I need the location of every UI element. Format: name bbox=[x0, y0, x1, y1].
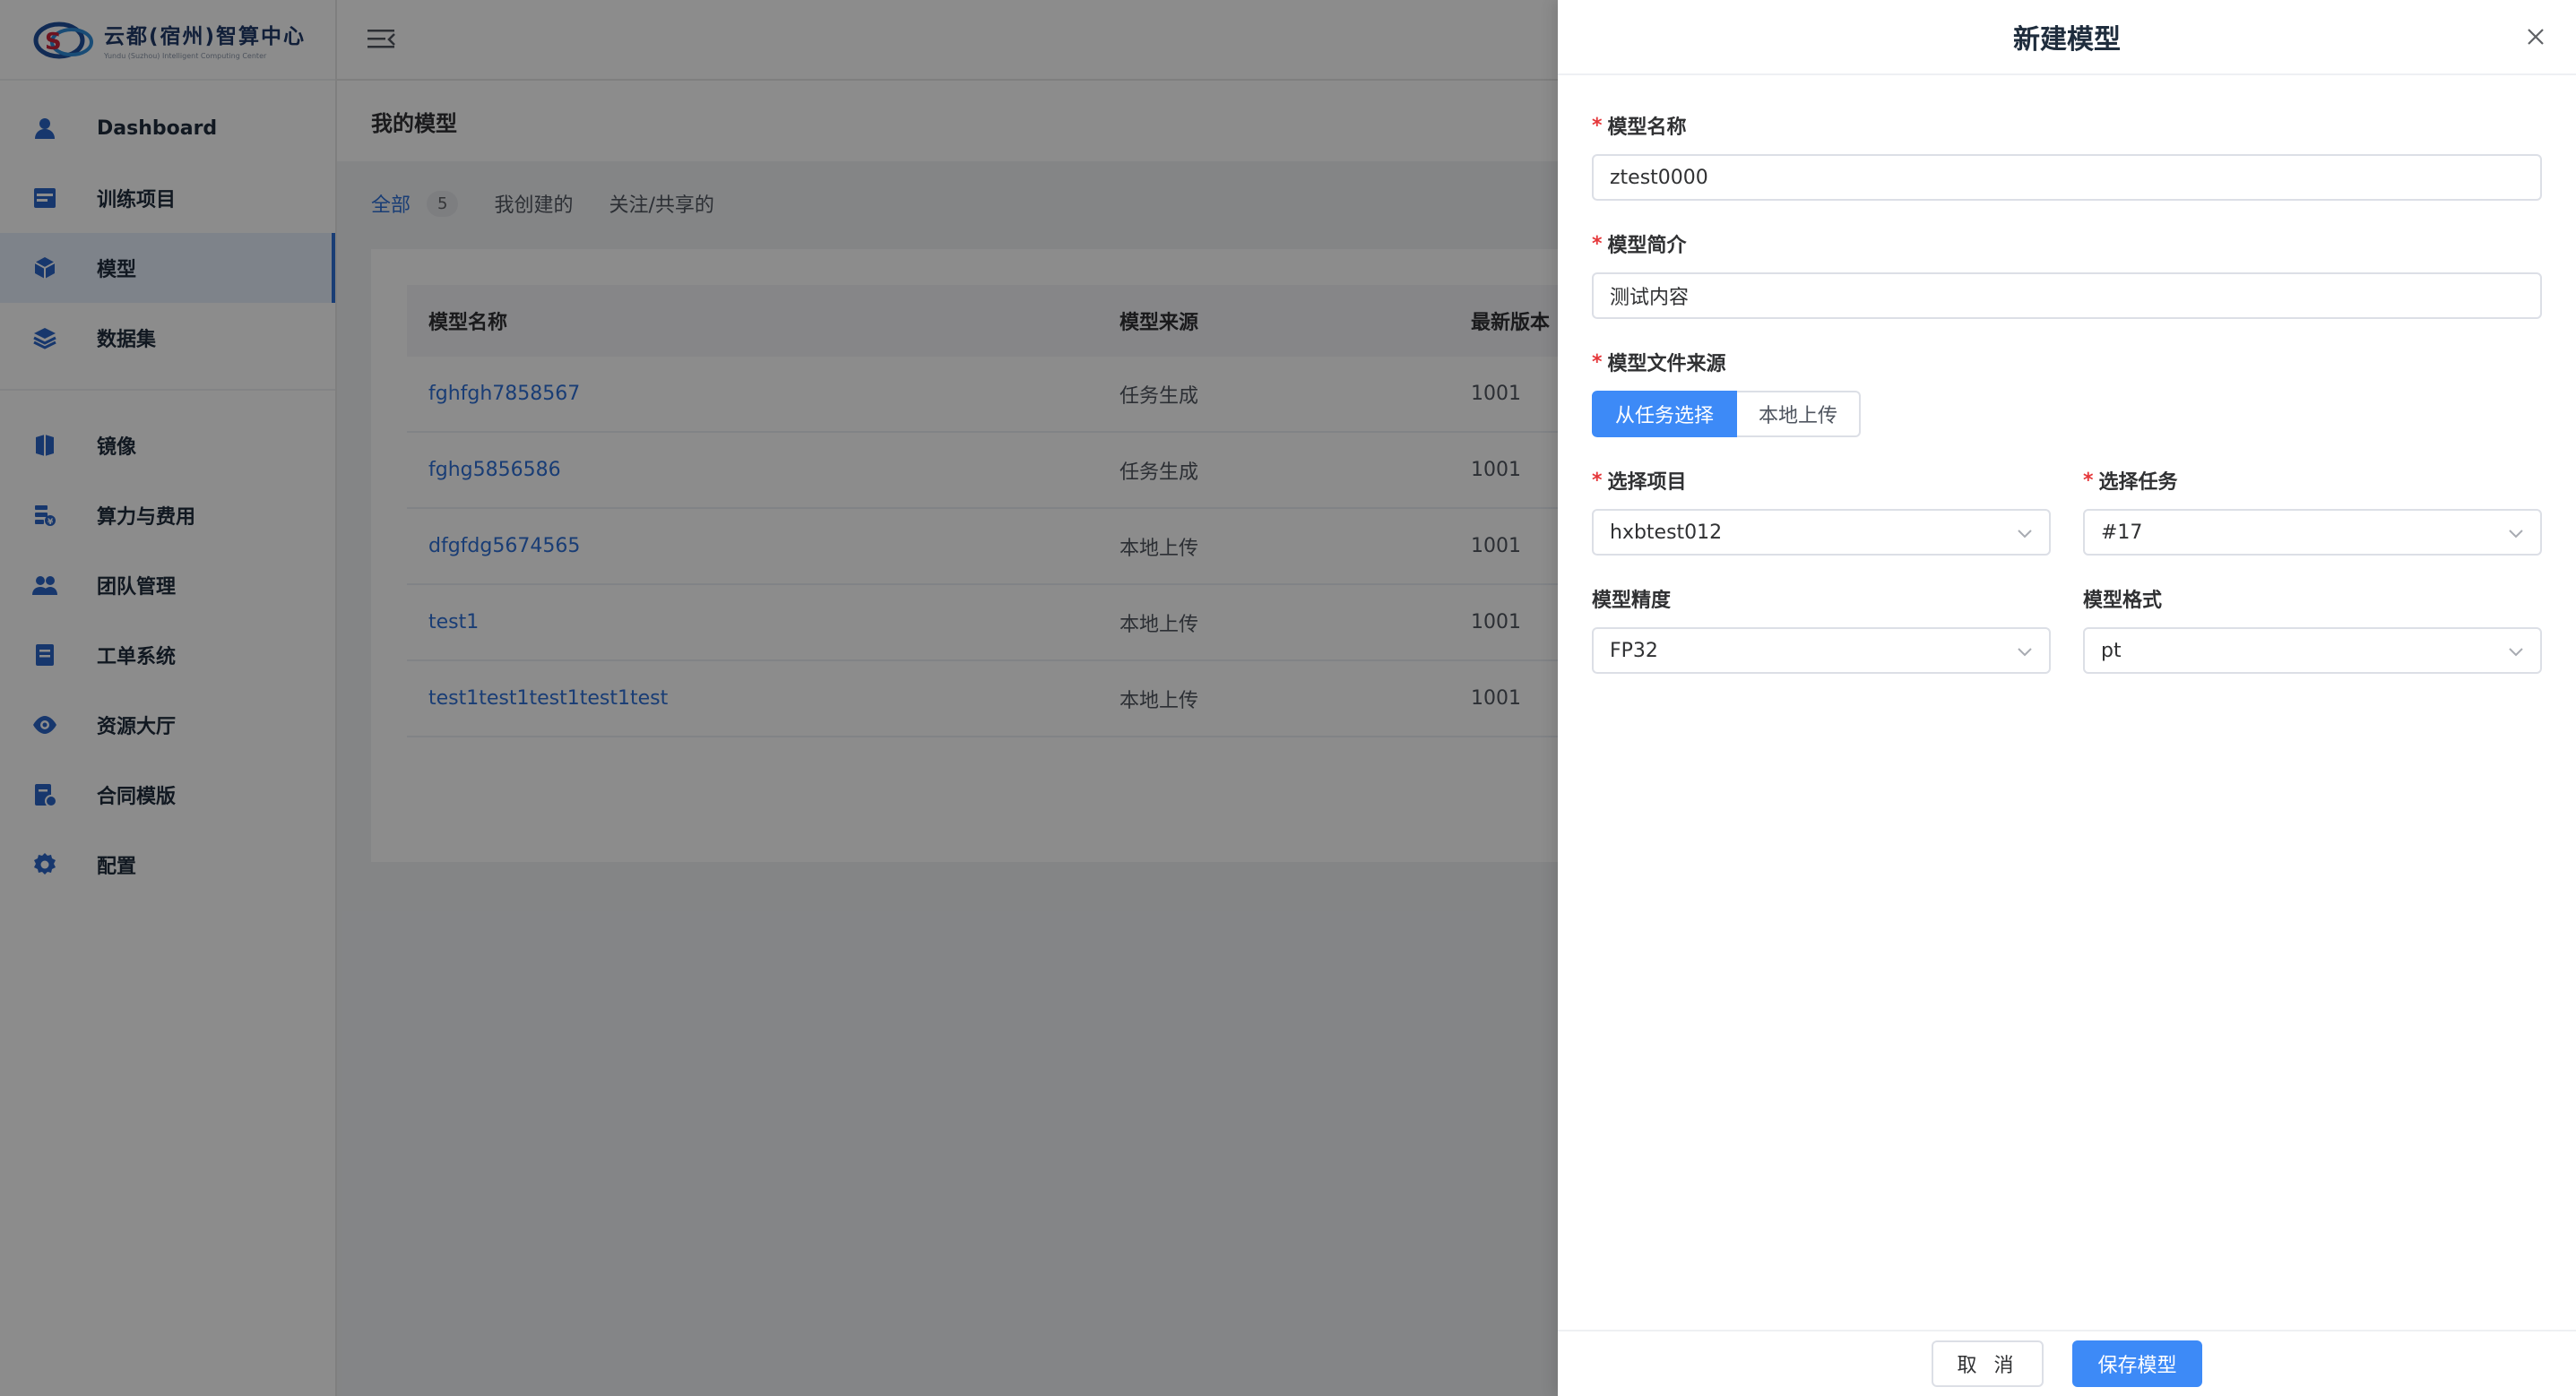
close-button[interactable] bbox=[2522, 23, 2549, 50]
model-name-input[interactable]: ztest0000 bbox=[1592, 154, 2542, 201]
required-mark: * bbox=[1592, 469, 1603, 492]
model-intro-input[interactable]: 测试内容 bbox=[1592, 272, 2542, 319]
task-select-field: * 选择任务 #17 bbox=[2083, 466, 2542, 556]
source-toggle: 从任务选择 本地上传 bbox=[1592, 391, 2542, 437]
source-from-task-button[interactable]: 从任务选择 bbox=[1592, 391, 1738, 437]
model-source-field: * 模型文件来源 从任务选择 本地上传 bbox=[1592, 348, 2542, 437]
new-model-drawer: 新建模型 * 模型名称 ztest0000 * 模型简介 测试内容 * 模型文件来源 … bbox=[1558, 0, 2576, 1396]
precision-select-field: 模型精度 FP32 bbox=[1592, 584, 2051, 674]
save-model-button[interactable]: 保存模型 bbox=[2072, 1340, 2202, 1387]
format-select[interactable]: pt bbox=[2083, 627, 2542, 674]
precision-select[interactable]: FP32 bbox=[1592, 627, 2051, 674]
model-intro-label: 模型简介 bbox=[1607, 235, 1687, 257]
modal-overlay[interactable] bbox=[0, 0, 1558, 1396]
drawer-title: 新建模型 bbox=[2013, 24, 2121, 56]
cancel-button[interactable]: 取 消 bbox=[1932, 1340, 2044, 1387]
chevron-down-icon bbox=[2509, 648, 2523, 657]
task-select[interactable]: #17 bbox=[2083, 509, 2542, 556]
chevron-down-icon bbox=[2018, 530, 2032, 539]
model-name-label: 模型名称 bbox=[1607, 116, 1687, 139]
drawer-footer: 取 消 保存模型 bbox=[1558, 1330, 2576, 1396]
task-select-label: 选择任务 bbox=[2098, 471, 2178, 494]
required-mark: * bbox=[1592, 114, 1603, 137]
model-source-label: 模型文件来源 bbox=[1607, 353, 1726, 375]
model-name-field: * 模型名称 ztest0000 bbox=[1592, 111, 2542, 201]
project-select-label: 选择项目 bbox=[1607, 471, 1687, 494]
task-select-value: #17 bbox=[2101, 521, 2143, 544]
source-local-upload-button[interactable]: 本地上传 bbox=[1737, 391, 1862, 437]
project-select-value: hxbtest012 bbox=[1610, 521, 1723, 544]
close-icon bbox=[2528, 29, 2544, 45]
project-select-field: * 选择项目 hxbtest012 bbox=[1592, 466, 2051, 556]
chevron-down-icon bbox=[2018, 648, 2032, 657]
project-select[interactable]: hxbtest012 bbox=[1592, 509, 2051, 556]
required-mark: * bbox=[1592, 350, 1603, 374]
required-mark: * bbox=[1592, 232, 1603, 255]
model-intro-field: * 模型简介 测试内容 bbox=[1592, 229, 2542, 319]
drawer-header: 新建模型 bbox=[1558, 0, 2576, 75]
required-mark: * bbox=[2083, 469, 2094, 492]
format-label: 模型格式 bbox=[2083, 590, 2163, 612]
precision-label: 模型精度 bbox=[1592, 590, 1672, 612]
precision-select-value: FP32 bbox=[1610, 639, 1658, 662]
format-select-field: 模型格式 pt bbox=[2083, 584, 2542, 674]
chevron-down-icon bbox=[2509, 530, 2523, 539]
format-select-value: pt bbox=[2101, 639, 2122, 662]
